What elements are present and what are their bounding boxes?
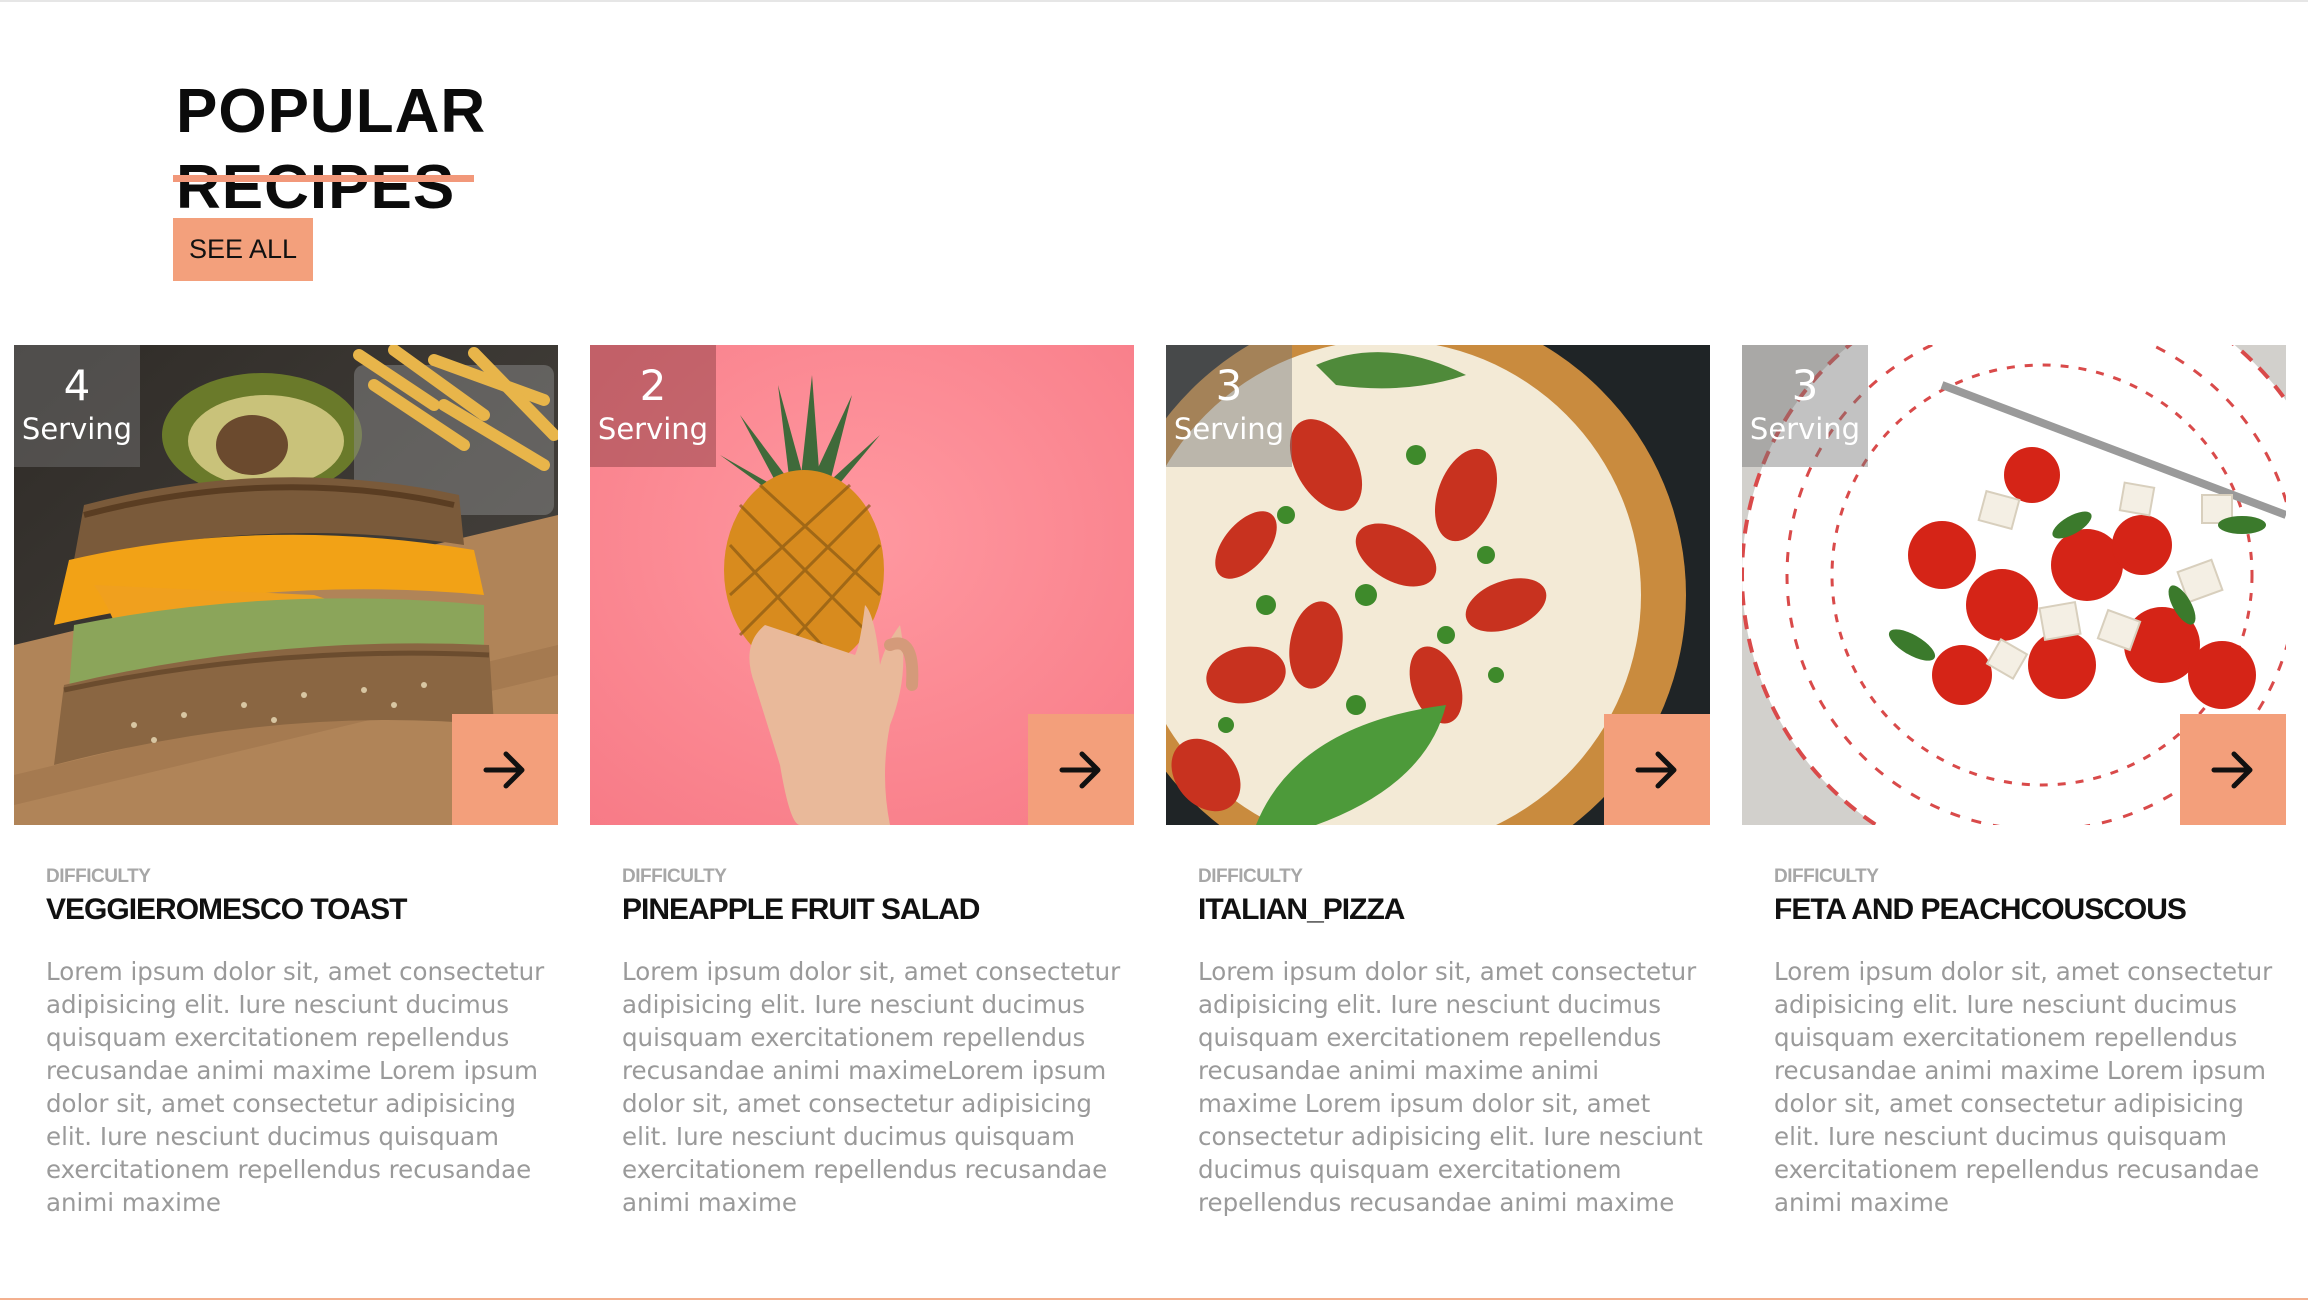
see-all-button[interactable]: SEE ALL (173, 218, 313, 281)
recipe-description: Lorem ipsum dolor sit, amet consectetur … (46, 957, 545, 1217)
recipe-image-salad[interactable]: 3 Serving (1742, 345, 2286, 825)
arrow-right-icon (1635, 751, 1677, 788)
recipe-card-veggie-toast[interactable]: 4 Serving DIFFICULTY VEGGIEROMESCO TOAST… (14, 345, 558, 1245)
difficulty-label: DIFFICULTY (1774, 866, 1879, 887)
serving-count: 3 (1791, 361, 1819, 410)
recipe-title[interactable]: VEGGIEROMESCO TOAST (46, 893, 407, 927)
recipe-description: Lorem ipsum dolor sit, amet consectetur … (1198, 957, 1703, 1217)
serving-count: 3 (1215, 361, 1243, 410)
recipe-description: Lorem ipsum dolor sit, amet consectetur … (1774, 957, 2273, 1217)
recipe-card-italian-pizza[interactable]: 3 Serving DIFFICULTY ITALIAN_PIZZA Lorem… (1166, 345, 1710, 1245)
recipe-card-pineapple-salad[interactable]: 2 Serving DIFFICULTY PINEAPPLE FRUIT SAL… (590, 345, 1134, 1245)
serving-label: Serving (597, 412, 709, 446)
arrow-right-icon (2211, 751, 2253, 788)
bottom-divider (0, 1298, 2308, 1300)
recipe-description: Lorem ipsum dolor sit, amet consectetur … (622, 957, 1121, 1217)
recipe-card-feta-couscous[interactable]: 3 Serving DIFFICULTY FETA AND PEACHCOUSC… (1742, 345, 2286, 1245)
open-recipe-button[interactable] (1028, 714, 1134, 825)
serving-badge: 4 Serving (14, 345, 140, 467)
recipe-image-sandwich[interactable]: 4 Serving (14, 345, 558, 825)
serving-badge: 3 Serving (1166, 345, 1292, 467)
serving-label: Serving (1749, 412, 1861, 446)
open-recipe-button[interactable] (452, 714, 558, 825)
recipe-cards: 4 Serving DIFFICULTY VEGGIEROMESCO TOAST… (14, 345, 2286, 1245)
difficulty-label: DIFFICULTY (1198, 866, 1303, 887)
serving-label: Serving (21, 412, 133, 446)
serving-label: Serving (1173, 412, 1285, 446)
heading-line-2: RECIPES (176, 153, 456, 222)
difficulty-label: DIFFICULTY (46, 866, 151, 887)
arrow-right-icon (483, 751, 525, 788)
recipe-title[interactable]: PINEAPPLE FRUIT SALAD (622, 893, 980, 927)
recipe-title[interactable]: FETA AND PEACHCOUSCOUS (1774, 893, 2187, 927)
section-heading: POPULAR RECIPES (176, 74, 486, 226)
serving-count: 4 (63, 361, 91, 410)
heading-line-1: POPULAR (176, 77, 487, 146)
heading-accent-line (173, 175, 474, 182)
recipe-image-pineapple[interactable]: 2 Serving (590, 345, 1134, 825)
recipe-image-pizza[interactable]: 3 Serving (1166, 345, 1710, 825)
open-recipe-button[interactable] (1604, 714, 1710, 825)
top-divider (0, 0, 2308, 2)
serving-badge: 2 Serving (590, 345, 716, 467)
serving-count: 2 (639, 361, 667, 410)
recipe-title[interactable]: ITALIAN_PIZZA (1198, 893, 1405, 927)
arrow-right-icon (1059, 751, 1101, 788)
open-recipe-button[interactable] (2180, 714, 2286, 825)
serving-badge: 3 Serving (1742, 345, 1868, 467)
difficulty-label: DIFFICULTY (622, 866, 727, 887)
